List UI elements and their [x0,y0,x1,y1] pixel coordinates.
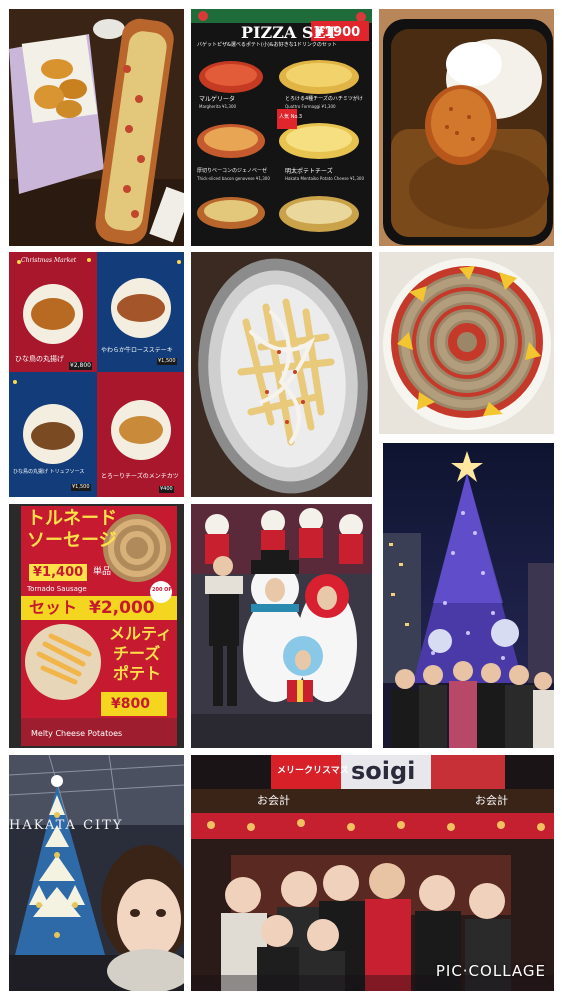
poster-potato-jp1: メルティ [109,624,173,643]
pizza-set-subtitle: バゲットピザ&選べるポテト(小)&お好きな1ドリンクのセット [197,42,337,48]
chicken-item2-price: ¥1,500 [157,358,177,365]
poster-tornado-jp1: トルネード [27,508,117,529]
pizza-item2-price: Quattro Formaggi ¥1,300 [285,104,336,109]
photo-chicken-menu: Christmas Market ひな鳥の丸揚げ ¥2,800 やわらか牛ロース… [9,252,184,497]
pic-collage-watermark: PIC·COLLAGE [435,962,546,980]
stall-top-sign: メリークリスマス [277,766,349,776]
chicken-menu-logo-1: Christmas Market [21,257,77,264]
photo-cheese-fries [191,252,372,497]
pizza-no3-badge: 人気 No.3 [279,114,303,120]
pizza-set-price: ¥1900 [315,25,361,40]
hakata-city-sign: HAKATA CITY [9,818,124,833]
cheese-fries-image [191,252,372,497]
photo-christmas-tree-group [383,443,554,748]
chicken-item4-name: とろーりチーズのメンチカツ [101,473,179,480]
chicken-item4-price: ¥400 [159,486,174,493]
chicken-item3-name: ひな鳥の丸揚げ トリュフソース [13,469,85,475]
photo-pizza-set-menu: PIZZA SET ¥1900 バゲットピザ&選べるポテト(小)&お好きな1ドリ… [191,9,372,246]
photo-tornado-sausage [379,252,554,434]
pizza-nuggets-image [9,9,184,246]
christmas-tree-image [383,443,554,748]
poster-set-label: セット [29,598,78,617]
market-stall-image [191,755,554,991]
chicken-menu-image [9,252,184,497]
chicken-item3-price: ¥1,500 [71,484,91,491]
pizza-item2-name: とろける4種チーズのハチミツがけ [285,96,363,102]
stall-checkout-right: お会計 [475,794,508,807]
poster-potato-jp3: ポテト [113,664,162,683]
photo-tornado-poster: トルネード ソーセージ ¥1,400 単品 Tornado Sausage 20… [9,504,184,748]
tornado-sausage-image [379,252,554,434]
poster-tornado-tag: 単品 [93,567,112,577]
pizza-item3-name: 厚切りベーコンのジェノベーゼ [197,168,268,174]
pizza-item4-price: Hakata Mentaiko Potato Cheese ¥1,300 [285,176,365,181]
poster-off-badge: 200 OFF [152,587,176,593]
snowman-image [191,504,372,748]
poster-set-price: ¥2,000 [89,598,155,618]
curry-image [379,9,554,246]
pizza-item3-price: Thick-sliced bacon genovese ¥1,300 [197,176,270,181]
poster-potato-en: Melty Cheese Potatoes [31,729,123,738]
poster-potato-jp2: チーズ [113,644,161,663]
photo-curry-croquette [379,9,554,246]
pizza-item4-name: 明太ポテトチーズ [285,168,333,175]
chicken-item1-price: ¥2,800 [69,362,92,370]
stall-checkout-left: お会計 [257,794,290,807]
photo-hakata-selfie: HAKATA CITY [9,755,184,991]
poster-potato-price: ¥800 [111,696,150,712]
poster-tornado-price: ¥1,400 [29,564,88,581]
poster-tornado-jp2: ソーセージ [27,530,117,551]
chicken-item1-name: ひな鳥の丸揚げ [15,355,64,363]
photo-pizza-nuggets [9,9,184,246]
hakata-selfie-image [9,755,184,991]
pizza-item1-name: マルゲリータ [199,96,236,103]
stall-brand-sign: soigi [351,757,416,785]
pizza-item1-price: Margherita ¥1,300 [199,104,237,109]
photo-snowman-figures [191,504,372,748]
photo-market-stall-group: メリークリスマス soigi お会計 お会計 [191,755,554,991]
poster-tornado-en: Tornado Sausage [27,585,87,593]
chicken-item2-name: やわらか牛ロースステーキ [101,347,173,354]
